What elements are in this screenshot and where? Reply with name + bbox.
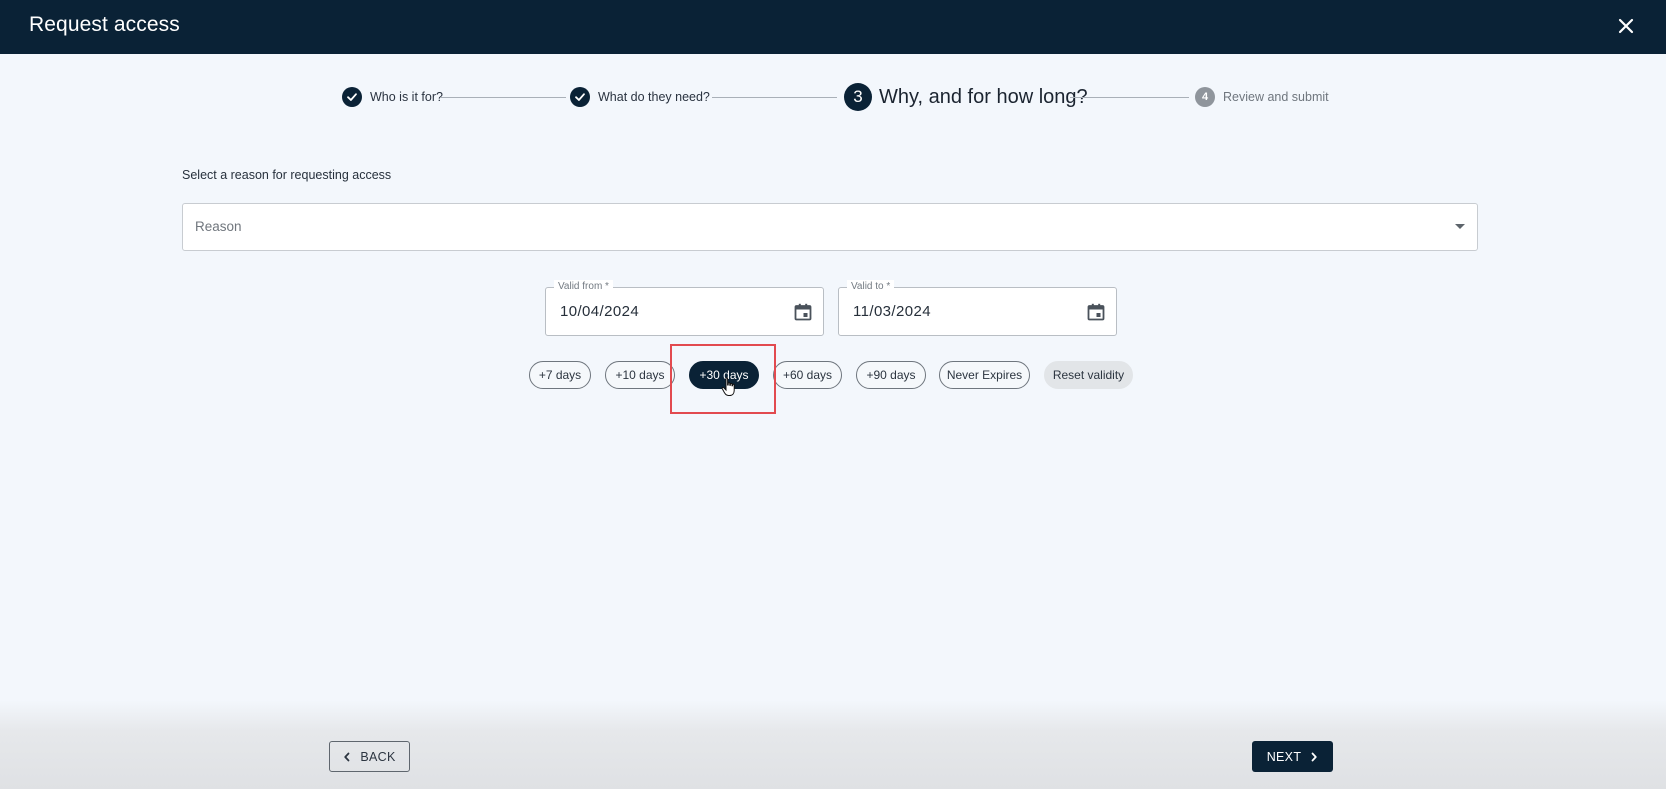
valid-from-label: Valid from * [554, 280, 613, 294]
step-label: Why, and for how long? [879, 85, 1088, 108]
progress-stepper: Who is it for? What do they need? 3 Why,… [0, 82, 1666, 112]
reason-caption: Select a reason for requesting access [182, 168, 392, 182]
close-button[interactable] [1612, 12, 1640, 40]
step-label: Review and submit [1223, 90, 1329, 104]
check-icon [570, 87, 590, 107]
dropdown-arrow-icon [1455, 224, 1465, 229]
chip-plus-7-days[interactable]: +7 days [529, 361, 591, 389]
step-review-and-submit: 4 Review and submit [1195, 82, 1329, 112]
chip-plus-90-days[interactable]: +90 days [856, 361, 926, 389]
step-label: Who is it for? [370, 90, 443, 104]
dialog-footer [0, 700, 1666, 789]
valid-to-field[interactable]: Valid to * 11/03/2024 [838, 280, 1117, 336]
valid-from-field[interactable]: Valid from * 10/04/2024 [545, 280, 824, 336]
step-number-badge: 4 [1195, 87, 1215, 107]
step-who-is-it-for[interactable]: Who is it for? [342, 82, 443, 112]
reset-validity-button[interactable]: Reset validity [1044, 361, 1133, 389]
valid-to-label: Valid to * [847, 280, 895, 294]
step-connector [440, 97, 566, 98]
dialog-header: Request access [0, 0, 1666, 54]
hand-cursor-icon [721, 377, 735, 396]
valid-to-value[interactable]: 11/03/2024 [853, 303, 931, 320]
step-label: What do they need? [598, 90, 710, 104]
check-icon [342, 87, 362, 107]
dialog-title: Request access [29, 13, 180, 36]
step-number-badge: 3 [844, 83, 872, 111]
step-connector [712, 97, 837, 98]
back-button-label: BACK [360, 749, 396, 764]
back-button[interactable]: BACK [329, 741, 410, 772]
calendar-icon[interactable] [1086, 302, 1106, 322]
chevron-right-icon [1311, 752, 1317, 761]
chevron-left-icon [344, 752, 350, 761]
chip-plus-60-days[interactable]: +60 days [773, 361, 842, 389]
calendar-icon[interactable] [793, 302, 813, 322]
reason-select[interactable]: Reason [182, 203, 1478, 251]
reason-placeholder: Reason [195, 219, 242, 234]
step-why-and-how-long: 3 Why, and for how long? [844, 82, 1088, 112]
close-icon [1618, 18, 1634, 34]
chip-never-expires[interactable]: Never Expires [939, 361, 1030, 389]
valid-from-value[interactable]: 10/04/2024 [560, 303, 639, 320]
chip-plus-10-days[interactable]: +10 days [605, 361, 675, 389]
next-button[interactable]: NEXT [1252, 741, 1333, 772]
step-connector [1070, 97, 1189, 98]
step-what-do-they-need[interactable]: What do they need? [570, 82, 710, 112]
next-button-label: NEXT [1266, 749, 1302, 764]
